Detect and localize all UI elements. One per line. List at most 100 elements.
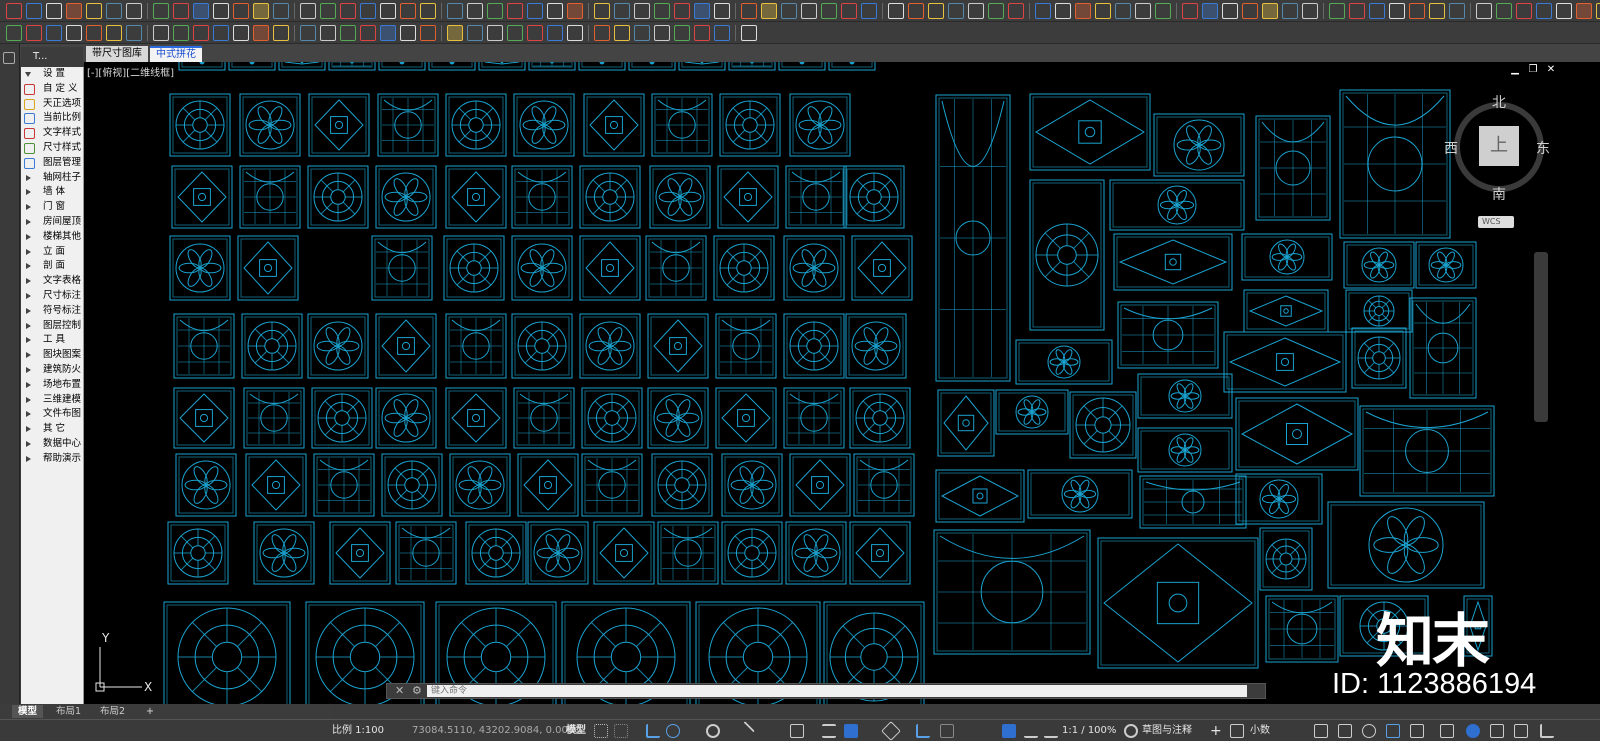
chevron-right-icon[interactable] xyxy=(26,455,31,462)
toolbar-tool-icon[interactable] xyxy=(1282,2,1298,19)
menu-item[interactable]: 立 面 xyxy=(21,245,83,260)
toolbar-tool-icon[interactable] xyxy=(320,2,336,19)
toolbar-tool-icon[interactable] xyxy=(841,2,857,19)
snap-icon[interactable] xyxy=(614,724,628,738)
toolbar-tool-icon[interactable] xyxy=(360,2,376,19)
menu-item[interactable]: 房间屋顶 xyxy=(21,215,83,230)
annotation-visibility-icon[interactable] xyxy=(1002,724,1016,738)
auto-scale-icon[interactable] xyxy=(1024,724,1038,738)
toolbar-tool-icon[interactable] xyxy=(447,2,463,19)
toolbar-tool-icon[interactable] xyxy=(654,2,670,19)
tab-layout1[interactable]: 布局1 xyxy=(50,705,87,718)
menu-item[interactable]: 文字表格 xyxy=(21,274,83,289)
toolbar-tool-icon[interactable] xyxy=(173,2,189,19)
customization-icon[interactable] xyxy=(1440,724,1454,738)
filter-icon[interactable] xyxy=(940,724,954,738)
lineweight-icon[interactable] xyxy=(790,724,804,738)
toolbar-tool-icon[interactable] xyxy=(1369,2,1385,19)
transparency-icon[interactable] xyxy=(822,724,836,738)
quick-properties-icon[interactable] xyxy=(1314,724,1328,738)
toolbar-tool-icon[interactable] xyxy=(1429,2,1445,19)
toolbar-tool-icon[interactable] xyxy=(487,24,503,41)
toolbar-tool-icon[interactable] xyxy=(193,2,209,19)
toolbar-tool-icon[interactable] xyxy=(674,2,690,19)
toolbar-tool-icon[interactable] xyxy=(1556,2,1572,19)
wcs-menu[interactable]: WCS xyxy=(1478,216,1514,228)
toolbar-tool-icon[interactable] xyxy=(861,2,877,19)
chevron-right-icon[interactable] xyxy=(26,396,31,403)
menu-item[interactable]: 工 具 xyxy=(21,333,83,348)
toolbar-tool-icon[interactable] xyxy=(6,2,22,19)
toolbar-tool-icon[interactable] xyxy=(447,24,463,41)
view-label[interactable]: [-][俯视][二维线框] xyxy=(87,64,174,79)
toolbar-tool-icon[interactable] xyxy=(300,24,316,41)
toolbar-tool-icon[interactable] xyxy=(1155,2,1171,19)
chevron-right-icon[interactable] xyxy=(26,174,31,181)
menu-item[interactable]: 图层管理 xyxy=(21,156,83,171)
add-layout-button[interactable]: + xyxy=(140,705,160,718)
toolbar-tool-icon[interactable] xyxy=(781,2,797,19)
annotation-scale-icon[interactable] xyxy=(1044,724,1058,738)
menu-item[interactable]: 数据中心 xyxy=(21,437,83,452)
hardware-acceleration-icon[interactable] xyxy=(1386,724,1400,738)
menu-item[interactable]: 当前比例 xyxy=(21,111,83,126)
toolbar-tool-icon[interactable] xyxy=(400,2,416,19)
menu-item[interactable]: 尺寸样式 xyxy=(21,141,83,156)
toolbar-tool-icon[interactable] xyxy=(1536,2,1552,19)
chevron-right-icon[interactable] xyxy=(26,292,31,299)
toolbar-tool-icon[interactable] xyxy=(1476,2,1492,19)
toolbar-tool-icon[interactable] xyxy=(106,2,122,19)
menu-item[interactable]: 图块图案 xyxy=(21,348,83,363)
toolbar-tool-icon[interactable] xyxy=(340,2,356,19)
toolbar-tool-icon[interactable] xyxy=(1576,2,1592,19)
toolbar-tool-icon[interactable] xyxy=(1202,2,1218,19)
otrack-icon[interactable] xyxy=(735,721,755,741)
toolbar-tool-icon[interactable] xyxy=(527,24,543,41)
toolbar-tool-icon[interactable] xyxy=(26,24,42,41)
tab-chinese-pattern[interactable]: 中式拼花 xyxy=(150,46,202,62)
chevron-right-icon[interactable] xyxy=(26,204,31,211)
toolbar-tool-icon[interactable] xyxy=(126,2,142,19)
toolbar-tool-icon[interactable] xyxy=(66,2,82,19)
toolbar-tool-icon[interactable] xyxy=(741,24,757,41)
command-input[interactable] xyxy=(427,685,1247,697)
gear-icon[interactable] xyxy=(1124,724,1138,738)
toolbar-tool-icon[interactable] xyxy=(1008,2,1024,19)
toolbar-tool-icon[interactable] xyxy=(106,24,122,41)
toolbar-tool-icon[interactable] xyxy=(420,24,436,41)
toolbar-tool-icon[interactable] xyxy=(467,24,483,41)
toolbar-tool-icon[interactable] xyxy=(1055,2,1071,19)
chevron-right-icon[interactable] xyxy=(26,352,31,359)
toolbar-tool-icon[interactable] xyxy=(193,24,209,41)
tab-model[interactable]: 模型 xyxy=(12,705,44,718)
toolbar-tool-icon[interactable] xyxy=(253,24,269,41)
restore-icon[interactable]: ❐ xyxy=(1528,65,1538,75)
toolbar-tool-icon[interactable] xyxy=(213,2,229,19)
units-icon[interactable] xyxy=(1230,724,1244,738)
menu-item[interactable]: 建筑防火 xyxy=(21,363,83,378)
chevron-right-icon[interactable] xyxy=(26,322,31,329)
menu-item[interactable]: 其 它 xyxy=(21,422,83,437)
toolbar-tool-icon[interactable] xyxy=(908,2,924,19)
tangent-icon[interactable] xyxy=(1466,724,1480,738)
toolbar-tool-icon[interactable] xyxy=(988,2,1004,19)
plus-icon[interactable]: + xyxy=(1210,720,1222,741)
menu-item[interactable]: 文件布图 xyxy=(21,407,83,422)
menu-item[interactable]: 门 窗 xyxy=(21,200,83,215)
toolbar-tool-icon[interactable] xyxy=(253,2,269,19)
toolbar-tool-icon[interactable] xyxy=(1596,2,1600,19)
menu-item[interactable]: 墙 体 xyxy=(21,185,83,200)
menu-item[interactable]: 尺寸标注 xyxy=(21,289,83,304)
layout-icon[interactable] xyxy=(1490,724,1504,738)
toolbar-tool-icon[interactable] xyxy=(714,2,730,19)
wrench-icon[interactable]: ⚙ xyxy=(412,684,422,698)
toolbar-tool-icon[interactable] xyxy=(153,2,169,19)
viewcube[interactable]: 上 北 南 东 西 WCS xyxy=(1444,92,1550,232)
menu-item[interactable]: 帮助演示 xyxy=(21,452,83,467)
toolbar-tool-icon[interactable] xyxy=(634,24,650,41)
toolbar-tool-icon[interactable] xyxy=(1262,2,1278,19)
compass-north[interactable]: 北 xyxy=(1492,92,1506,112)
toolbar-tool-icon[interactable] xyxy=(614,24,630,41)
pin-icon[interactable] xyxy=(3,52,15,64)
close-icon[interactable]: ✕ xyxy=(1546,65,1556,75)
